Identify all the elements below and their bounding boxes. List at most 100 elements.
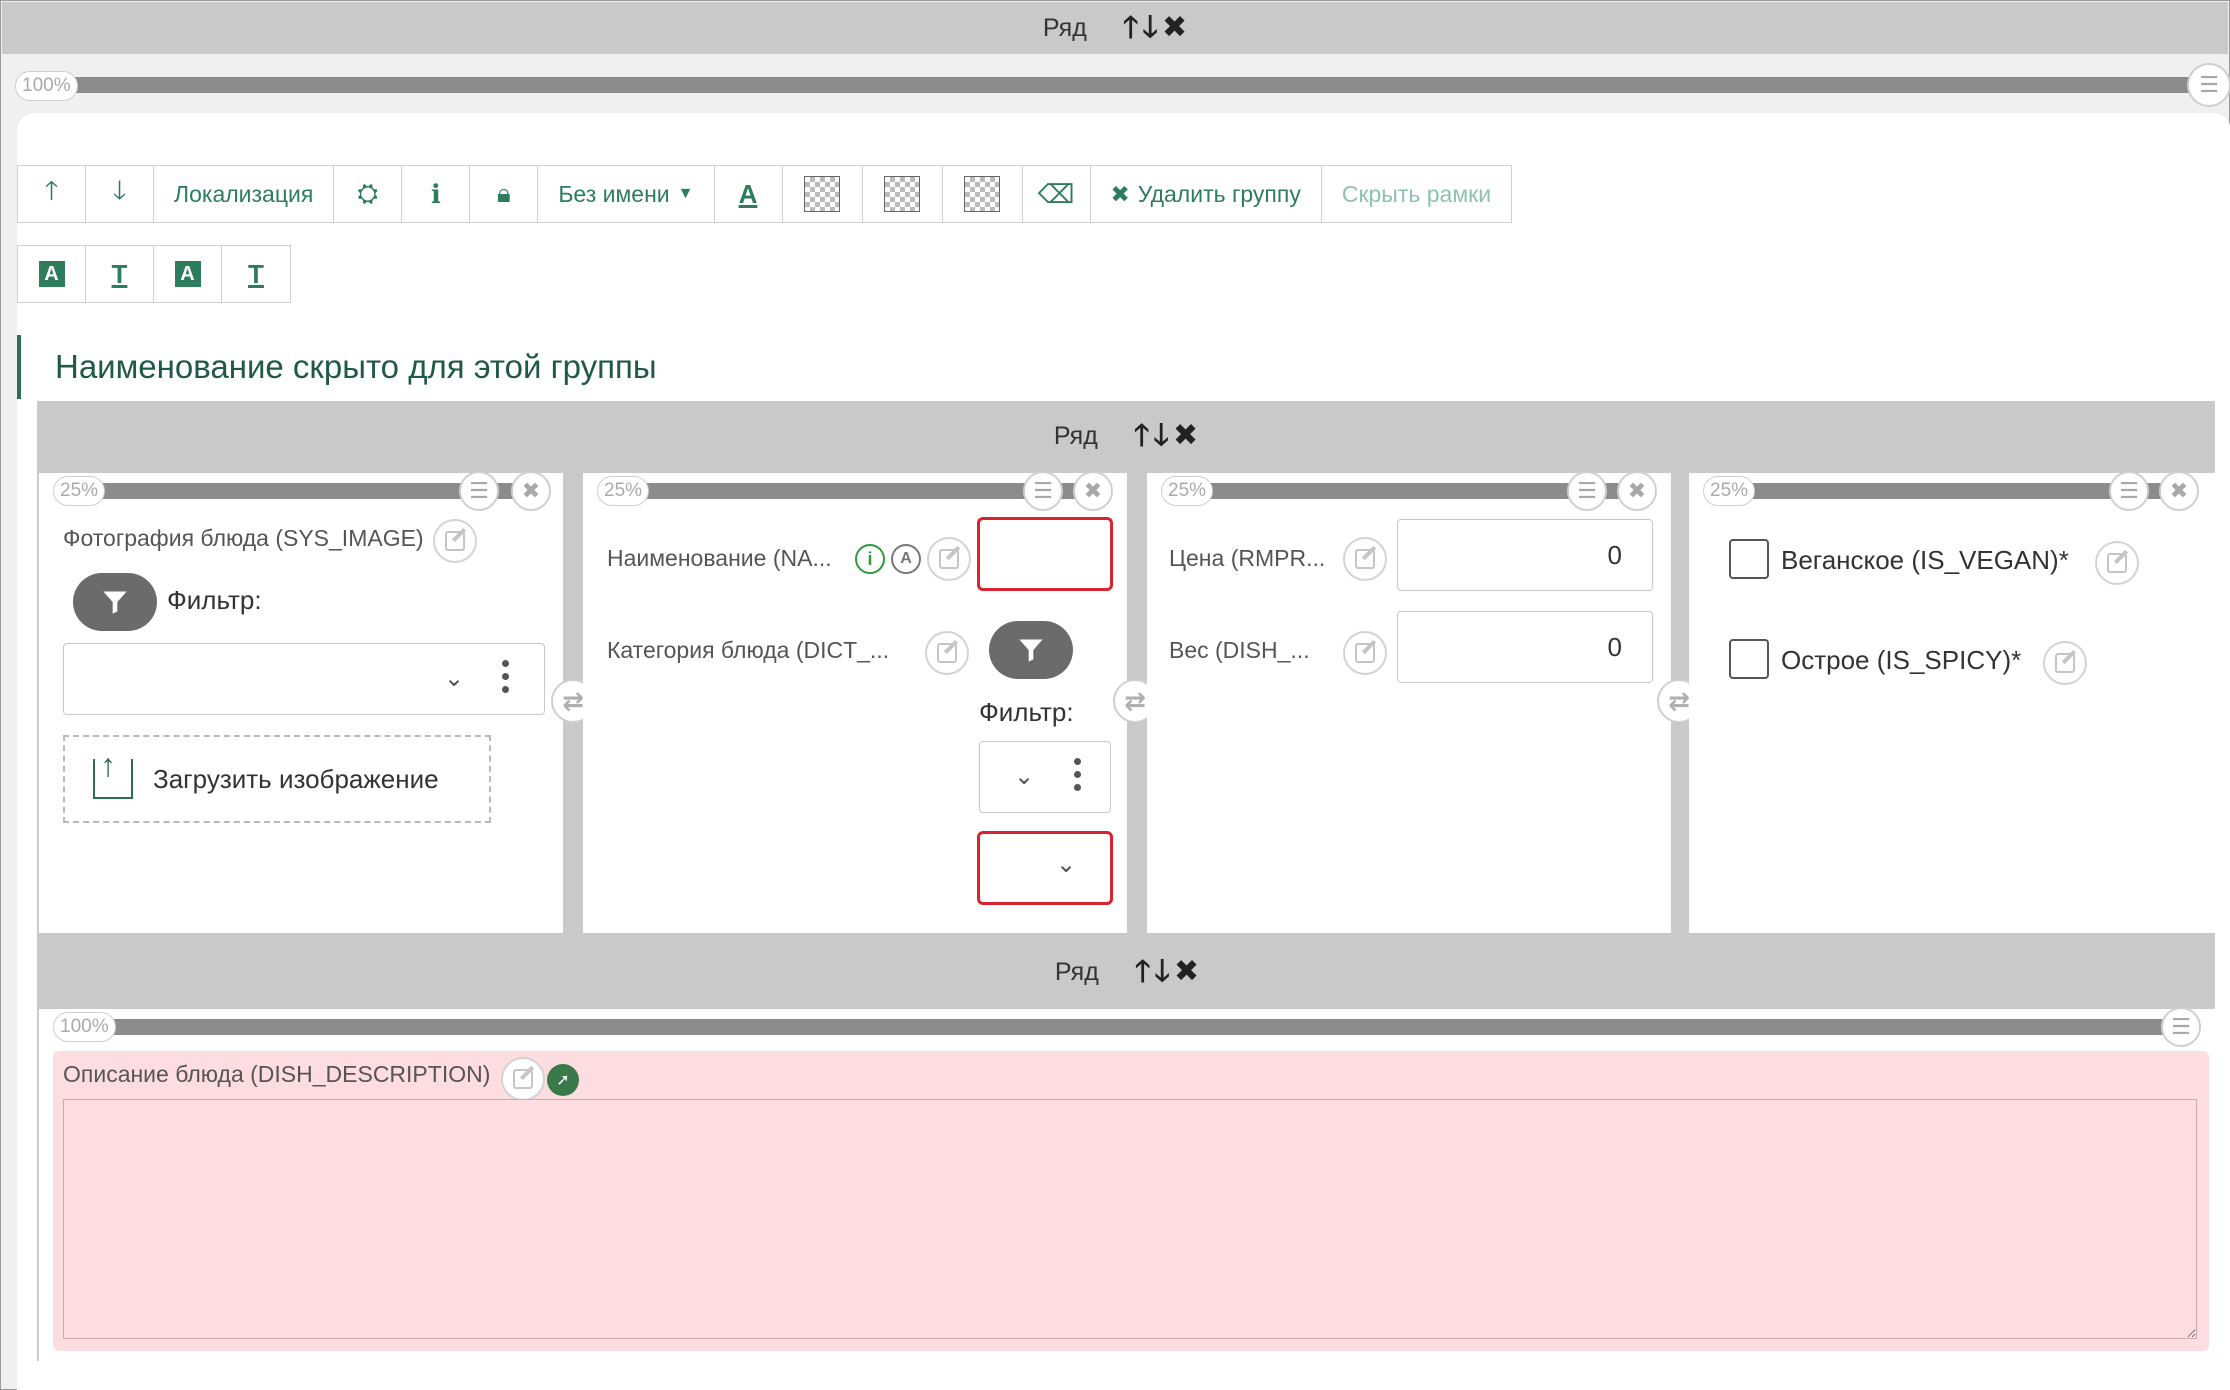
delete-group-button[interactable]: ✖ Удалить группу (1090, 166, 1322, 222)
edit-icon[interactable] (433, 519, 477, 563)
row-label: Ряд (1053, 421, 1098, 450)
move-down-button[interactable]: 🡓 (86, 166, 154, 222)
delete-group-label: Удалить группу (1137, 180, 1301, 207)
outer-width-percent: 100% (15, 71, 78, 101)
edit-icon[interactable] (1343, 631, 1387, 675)
row-controls: 🡑 🡓 ✖ (1135, 957, 1199, 987)
hide-frames-button[interactable]: Скрыть рамки (1321, 166, 1512, 222)
upload-icon (93, 747, 133, 799)
lock-button[interactable]: 🔒︎ (470, 166, 539, 222)
column-width-bar[interactable] (645, 483, 1085, 499)
move-down-icon[interactable]: 🡓 (1154, 957, 1170, 987)
edit-icon[interactable] (1343, 537, 1387, 581)
photo-select[interactable]: ⌄ (63, 643, 545, 715)
edit-icon[interactable] (501, 1057, 545, 1101)
vegan-checkbox[interactable] (1729, 539, 1769, 579)
column-delete-icon[interactable]: ✖ (2159, 471, 2199, 511)
more-icon[interactable] (502, 660, 509, 693)
delete-row-icon[interactable]: ✖ (1162, 13, 1187, 43)
photo-field-label: Фотография блюда (SYS_IMAGE) (63, 525, 424, 551)
move-up-icon[interactable]: 🡑 (1123, 13, 1139, 43)
row-controls: 🡑 🡓 ✖ (1134, 421, 1198, 451)
category-filter-select[interactable]: ⌄ (979, 741, 1111, 813)
category-select[interactable]: ⌄ (977, 831, 1113, 905)
info-icon[interactable]: i (855, 544, 885, 574)
bottom-width-percent: 100% (53, 1012, 116, 1042)
group-toolbar: 🡑 🡓 Локализация ⛭ ℹ 🔒︎ Без имени ▼ A ⌫ ✖… (17, 165, 1513, 223)
transparent-icon (804, 176, 840, 212)
upload-image-button[interactable]: Загрузить изображение (63, 735, 491, 823)
edit-icon[interactable] (925, 631, 969, 675)
column-width-percent: 25% (597, 476, 650, 506)
name-input[interactable] (977, 517, 1113, 591)
outer-collapse-icon[interactable]: ☰ (2187, 63, 2230, 107)
form-designer-canvas: Ряд 🡑 🡓 ✖ 100% ☰ 🡑 🡓 Локализация ⛭ ℹ 🔒︎ … (0, 0, 2230, 1390)
row-label: Ряд (1054, 957, 1099, 986)
move-up-icon[interactable]: 🡑 (1134, 421, 1150, 451)
filter-icon (103, 591, 127, 614)
outer-row-header: Ряд 🡑 🡓 ✖ (2, 2, 2228, 54)
close-icon: ✖ (1110, 180, 1130, 207)
title-text-button[interactable]: T (86, 246, 154, 302)
column-collapse-icon[interactable]: ☰ (2109, 471, 2149, 511)
filter-label: Фильтр: (979, 697, 1074, 727)
bg-transparent-button-3[interactable] (942, 166, 1023, 222)
column-width-percent: 25% (53, 476, 106, 506)
group-title: Наименование скрыто для этой группы (17, 335, 657, 399)
value-color-button[interactable]: A (154, 246, 222, 302)
lock-icon: 🔒︎ (496, 178, 511, 208)
edit-icon[interactable] (2043, 641, 2087, 685)
column-collapse-icon[interactable]: ☰ (1023, 471, 1063, 511)
column-delete-icon[interactable]: ✖ (1073, 471, 1113, 511)
text-box-a-icon: A (38, 261, 65, 287)
localization-button[interactable]: Локализация (154, 166, 335, 222)
bottom-width-bar[interactable] (101, 1019, 2171, 1035)
more-icon[interactable] (1074, 758, 1081, 791)
info-button[interactable]: ℹ (402, 166, 471, 222)
column-collapse-icon[interactable]: ☰ (459, 471, 499, 511)
outer-width-bar[interactable] (41, 77, 2201, 93)
column-delete-icon[interactable]: ✖ (511, 471, 551, 511)
text-format-toolbar: A T A T (17, 245, 291, 303)
value-text-button[interactable]: T (222, 246, 290, 302)
category-field-label: Категория блюда (DICT_... (607, 637, 890, 663)
move-down-icon[interactable]: 🡓 (1142, 13, 1158, 43)
column-delete-icon[interactable]: ✖ (1617, 471, 1657, 511)
column-width-bar[interactable] (101, 483, 521, 499)
column-width-bar[interactable] (1209, 483, 1629, 499)
filter-button[interactable] (73, 573, 157, 631)
edit-icon[interactable] (2095, 541, 2139, 585)
spicy-checkbox[interactable] (1729, 639, 1769, 679)
localization-a-icon[interactable]: A (891, 544, 921, 574)
binoculars-button[interactable]: ⛭ (334, 166, 403, 222)
bg-transparent-button-2[interactable] (862, 166, 943, 222)
column-width-bar[interactable] (1751, 483, 2171, 499)
chevron-down-icon: ⌄ (444, 665, 465, 692)
bottom-collapse-icon[interactable]: ☰ (2161, 1007, 2201, 1047)
pin-icon[interactable]: ➚ (547, 1064, 579, 1096)
row-controls: 🡑 🡓 ✖ (1123, 13, 1187, 43)
vegan-label: Веганское (IS_VEGAN)* (1781, 545, 2069, 575)
bottom-row-header: Ряд 🡑 🡓 ✖ (39, 937, 2215, 1007)
font-color-button[interactable]: A (714, 166, 783, 222)
move-up-button[interactable]: 🡑 (18, 166, 86, 222)
move-down-icon[interactable]: 🡓 (1153, 421, 1169, 451)
column-collapse-icon[interactable]: ☰ (1567, 471, 1607, 511)
bg-transparent-button-1[interactable] (782, 166, 863, 222)
weight-input[interactable]: 0 (1397, 611, 1653, 683)
caret-down-icon: ▼ (677, 185, 694, 202)
title-color-button[interactable]: A (18, 246, 86, 302)
filter-button[interactable] (989, 621, 1073, 679)
price-input[interactable]: 0 (1397, 519, 1653, 591)
text-t-icon: T (248, 258, 264, 289)
move-up-icon[interactable]: 🡑 (1135, 957, 1151, 987)
transparent-icon (964, 176, 1000, 212)
arrow-down-icon: 🡓 (112, 175, 127, 205)
filter-label: Фильтр: (167, 585, 262, 615)
delete-row-icon[interactable]: ✖ (1173, 421, 1198, 451)
noname-dropdown[interactable]: Без имени ▼ (538, 166, 715, 222)
description-textarea[interactable] (63, 1099, 2197, 1339)
edit-icon[interactable] (927, 537, 971, 581)
delete-row-icon[interactable]: ✖ (1174, 957, 1199, 987)
eraser-button[interactable]: ⌫ (1022, 166, 1091, 222)
